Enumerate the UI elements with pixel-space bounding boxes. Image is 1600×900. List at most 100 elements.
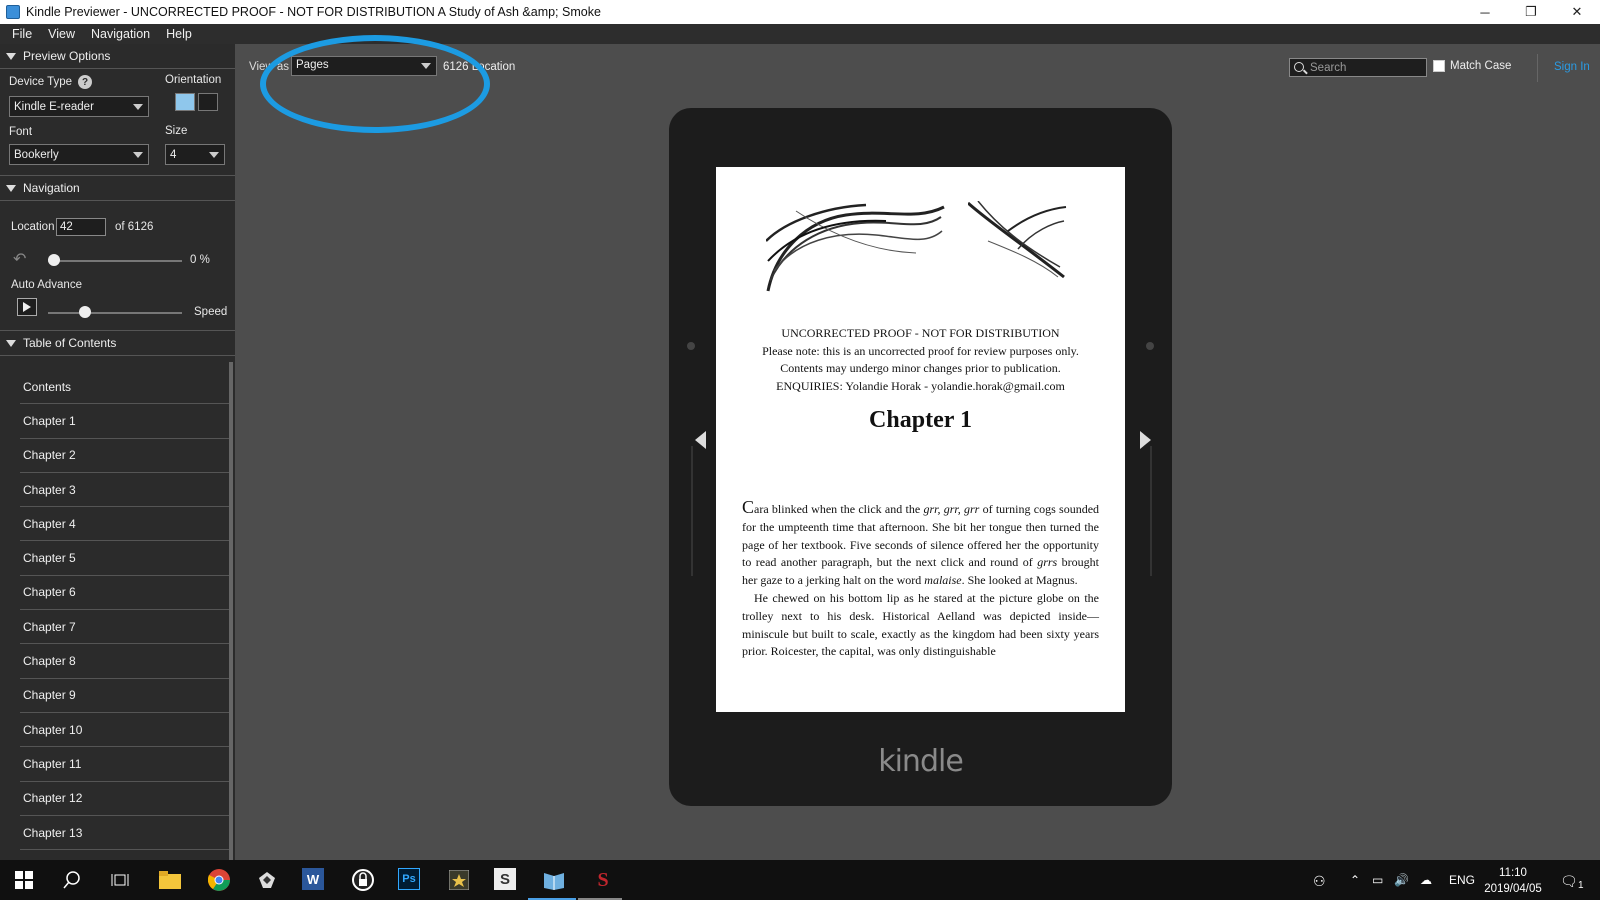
play-button[interactable] xyxy=(17,298,37,316)
toc-item[interactable]: Chapter 3 xyxy=(20,473,229,508)
location-input[interactable]: 42 xyxy=(56,218,106,236)
toc-item[interactable]: Chapter 9 xyxy=(20,679,229,713)
people-icon[interactable]: ⚇ xyxy=(1313,873,1326,890)
kindle-device-frame: UNCORRECTED PROOF - NOT FOR DISTRIBUTION… xyxy=(669,108,1172,806)
help-icon[interactable]: ? xyxy=(78,75,93,89)
minimize-button[interactable]: ─ xyxy=(1462,0,1508,24)
device-dot xyxy=(1146,342,1154,350)
chevron-down-icon xyxy=(209,152,219,158)
menu-navigation[interactable]: Navigation xyxy=(83,27,158,41)
menu-view[interactable]: View xyxy=(40,27,83,41)
proof-line: Please note: this is an uncorrected proo… xyxy=(762,343,1079,358)
app-icon[interactable]: S xyxy=(590,868,616,892)
divider xyxy=(0,68,235,69)
proof-line: Contents may undergo minor changes prior… xyxy=(780,361,1061,376)
progress-slider-track[interactable] xyxy=(48,260,182,262)
start-icon[interactable] xyxy=(11,868,37,892)
preview-options-header[interactable]: Preview Options xyxy=(0,44,235,68)
clock[interactable]: 11:10 2019/04/05 xyxy=(1472,865,1554,897)
size-select[interactable]: 4 xyxy=(165,144,225,165)
photoshop-icon[interactable]: Ps xyxy=(398,868,420,890)
match-case-checkbox[interactable] xyxy=(1433,60,1445,72)
scrivener-icon[interactable]: S xyxy=(494,868,516,890)
paragraph: He chewed on his bottom lip as he stared… xyxy=(742,590,1099,659)
chevron-down-icon xyxy=(133,152,143,158)
toc-item[interactable]: Chapter 11 xyxy=(20,747,229,782)
taskbar: W Ps S S ⚇ ⌃ ▭ 🔊 ☁ ENG 11:10 2019/04/05 … xyxy=(0,860,1600,900)
back-arrow-icon[interactable]: ↶ xyxy=(13,249,26,269)
divider xyxy=(1537,54,1538,82)
network-icon[interactable]: ▭ xyxy=(1372,873,1383,887)
divider xyxy=(0,200,235,201)
toc-item[interactable]: Chapter 6 xyxy=(20,576,229,611)
progress-slider-thumb[interactable] xyxy=(48,254,60,266)
toc-item[interactable]: Chapter 13 xyxy=(20,816,229,851)
table-of-contents: Contents Chapter 1 Chapter 2 Chapter 3 C… xyxy=(0,370,235,851)
match-case-label: Match Case xyxy=(1450,60,1512,72)
toc-item[interactable]: Chapter 5 xyxy=(20,541,229,576)
previous-page-icon[interactable] xyxy=(695,431,706,449)
speed-slider-track[interactable] xyxy=(48,312,182,314)
menu-help[interactable]: Help xyxy=(158,27,200,41)
kindle-previewer-icon[interactable] xyxy=(541,868,567,892)
sidebar: Preview Options Device Type ? Orientatio… xyxy=(0,44,235,860)
device-type-row: Device Type ? xyxy=(9,75,93,89)
navigation-header[interactable]: Navigation xyxy=(0,176,235,200)
sign-in-link[interactable]: Sign In xyxy=(1554,61,1590,73)
divider xyxy=(0,355,235,356)
next-page-icon[interactable] xyxy=(1140,431,1151,449)
toc-item[interactable]: Chapter 8 xyxy=(20,644,229,679)
search-icon xyxy=(1294,62,1304,72)
search-icon[interactable] xyxy=(59,868,85,892)
preview-options-label: Preview Options xyxy=(23,49,111,63)
italic-run: grrs xyxy=(1037,555,1058,570)
notification-icon[interactable]: 🗨 xyxy=(1560,873,1578,890)
notification-count: 1 xyxy=(1578,880,1584,891)
toc-item[interactable]: Chapter 10 xyxy=(20,713,229,748)
feather-ornament-left xyxy=(766,203,945,292)
toc-item[interactable]: Chapter 4 xyxy=(20,507,229,542)
task-view-icon[interactable] xyxy=(107,868,133,892)
file-explorer-icon[interactable] xyxy=(157,868,183,892)
font-select[interactable]: Bookerly xyxy=(9,144,149,165)
chevron-down-icon xyxy=(133,104,143,110)
landscape-orientation-button[interactable] xyxy=(198,93,218,111)
text-run: ara blinked when the click and the xyxy=(754,502,924,516)
search-input[interactable]: Search xyxy=(1289,58,1427,77)
paragraph: Cara blinked when the click and the grr,… xyxy=(742,498,1099,590)
app-icon[interactable] xyxy=(446,868,472,892)
kindle-page: UNCORRECTED PROOF - NOT FOR DISTRIBUTION… xyxy=(716,167,1125,712)
size-label: Size xyxy=(165,125,188,137)
close-button[interactable]: ✕ xyxy=(1554,0,1600,24)
toc-item[interactable]: Chapter 7 xyxy=(20,610,229,645)
proof-line: ENQUIRIES: Yolandie Horak - yolandie.hor… xyxy=(776,378,1065,393)
device-edge xyxy=(1150,446,1152,576)
chevron-up-icon[interactable]: ⌃ xyxy=(1350,873,1360,887)
menu-bar: File View Navigation Help xyxy=(0,24,1600,44)
portrait-orientation-button[interactable] xyxy=(175,93,195,111)
size-value: 4 xyxy=(170,148,177,161)
menu-file[interactable]: File xyxy=(4,27,40,41)
collapse-triangle-icon xyxy=(6,184,16,192)
chapter-title: Chapter 1 xyxy=(869,407,972,433)
toc-item[interactable]: Chapter 12 xyxy=(20,782,229,816)
app-icon[interactable] xyxy=(254,868,280,892)
text-run: . She looked at Magnus. xyxy=(961,573,1078,588)
device-type-label: Device Type xyxy=(9,76,73,88)
volume-icon[interactable]: 🔊 xyxy=(1394,873,1409,887)
chrome-icon[interactable] xyxy=(206,868,232,892)
onedrive-icon[interactable]: ☁ xyxy=(1420,873,1432,887)
toc-item[interactable]: Chapter 1 xyxy=(20,404,229,439)
restore-button[interactable]: ❐ xyxy=(1508,0,1554,24)
toc-item[interactable]: Chapter 2 xyxy=(20,439,229,473)
vpn-icon[interactable] xyxy=(350,868,376,892)
speed-slider-thumb[interactable] xyxy=(78,306,91,318)
toc-header[interactable]: Table of Contents xyxy=(0,331,235,355)
italic-run: grr, grr, grr xyxy=(923,502,980,516)
toc-item[interactable]: Contents xyxy=(20,370,229,405)
word-icon[interactable]: W xyxy=(302,868,324,890)
window-title: Kindle Previewer - UNCORRECTED PROOF - N… xyxy=(26,5,601,19)
speed-label: Speed xyxy=(194,306,228,318)
toc-scrollbar[interactable] xyxy=(229,362,233,860)
device-type-select[interactable]: Kindle E-reader xyxy=(9,96,149,117)
